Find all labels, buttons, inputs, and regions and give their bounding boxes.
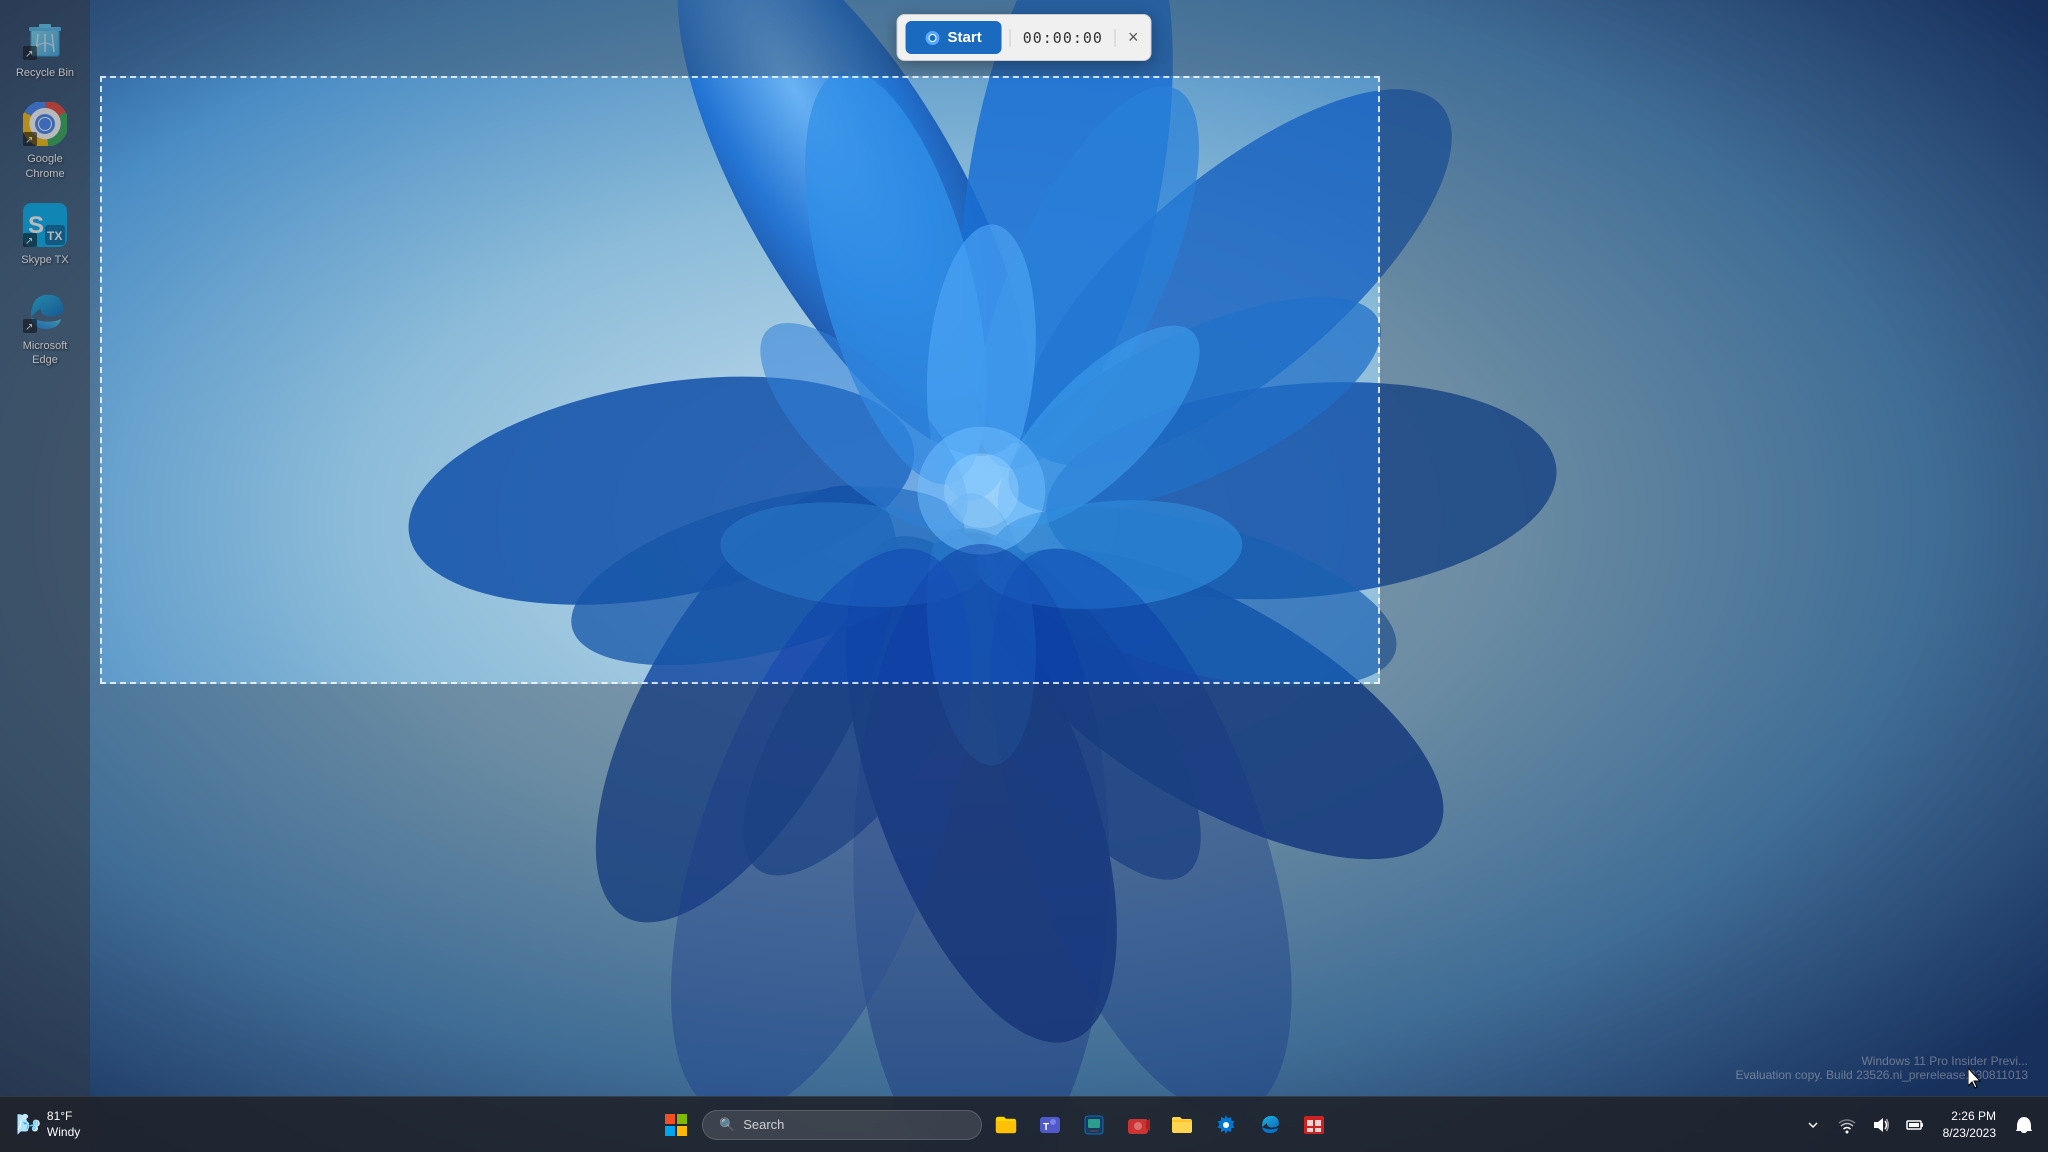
recycle-bin-icon-item[interactable]: ↗ Recycle Bin — [5, 8, 85, 86]
microsoft-edge-icon-item[interactable]: ↗ Microsoft Edge — [5, 281, 85, 374]
system-clock[interactable]: 2:26 PM 8/23/2023 — [1937, 1104, 2002, 1146]
taskbar-left: 🌬️ 81°F Windy — [0, 1109, 200, 1140]
taskbar-camera[interactable] — [1118, 1105, 1158, 1145]
wallpaper — [0, 0, 2048, 1152]
record-indicator — [926, 31, 940, 45]
taskbar-edge[interactable] — [1250, 1105, 1290, 1145]
system-tray — [1797, 1109, 1931, 1141]
taskbar-explorer[interactable] — [1162, 1105, 1202, 1145]
record-inner — [930, 35, 936, 41]
taskbar: 🌬️ 81°F Windy 🔍 Search — [0, 1096, 2048, 1152]
wifi-icon[interactable] — [1831, 1109, 1863, 1141]
microsoft-edge-label: Microsoft Edge — [11, 339, 79, 368]
weather-condition: Windy — [47, 1125, 80, 1141]
skype-tx-icon: S TX ↗ — [21, 201, 69, 249]
svg-text:T: T — [1043, 1122, 1049, 1133]
volume-icon[interactable] — [1865, 1109, 1897, 1141]
taskbar-overflow[interactable] — [1294, 1105, 1334, 1145]
close-capture-button[interactable]: × — [1124, 27, 1143, 48]
chevron-tray-icon[interactable] — [1797, 1109, 1829, 1141]
skype-tx-icon-item[interactable]: S TX ↗ Skype TX — [5, 195, 85, 273]
svg-text:↗: ↗ — [25, 322, 33, 333]
clock-date: 8/23/2023 — [1943, 1125, 1996, 1142]
recycle-bin-icon: ↗ — [21, 14, 69, 62]
battery-icon[interactable] — [1899, 1109, 1931, 1141]
taskbar-center: 🔍 Search T — [200, 1103, 1788, 1147]
microsoft-edge-icon: ↗ — [21, 287, 69, 335]
svg-text:↗: ↗ — [25, 236, 33, 247]
notification-button[interactable] — [2008, 1109, 2040, 1141]
search-placeholder: Search — [743, 1117, 784, 1132]
desktop — [0, 0, 2048, 1152]
start-label: Start — [948, 29, 982, 46]
svg-text:TX: TX — [47, 229, 62, 243]
timer-display: 00:00:00 — [1010, 29, 1116, 47]
weather-icon: 🌬️ — [16, 1112, 41, 1137]
skype-tx-label: Skype TX — [21, 253, 69, 267]
clock-time: 2:26 PM — [1951, 1108, 1996, 1125]
recycle-bin-label: Recycle Bin — [16, 66, 74, 80]
google-chrome-label: Google Chrome — [11, 152, 79, 181]
search-bar[interactable]: 🔍 Search — [702, 1110, 982, 1140]
weather-temp: 81°F — [47, 1109, 80, 1125]
svg-text:↗: ↗ — [25, 135, 33, 146]
weather-widget[interactable]: 🌬️ 81°F Windy — [16, 1109, 80, 1140]
taskbar-right: 2:26 PM 8/23/2023 — [1788, 1104, 2048, 1146]
start-capture-button[interactable]: Start — [906, 21, 1002, 54]
taskbar-teams[interactable]: T — [1030, 1105, 1070, 1145]
start-menu-button[interactable] — [654, 1103, 698, 1147]
taskbar-file-manager[interactable] — [986, 1105, 1026, 1145]
taskbar-virtualbox[interactable] — [1074, 1105, 1114, 1145]
capture-toolbar: Start 00:00:00 × — [897, 14, 1152, 61]
google-chrome-icon: ↗ — [21, 100, 69, 148]
google-chrome-icon-item[interactable]: ↗ Google Chrome — [5, 94, 85, 187]
desktop-icons-panel: ↗ Recycle Bin ↗ Googl — [0, 0, 90, 1152]
weather-info: 81°F Windy — [47, 1109, 80, 1140]
taskbar-settings[interactable] — [1206, 1105, 1246, 1145]
search-icon: 🔍 — [719, 1117, 735, 1133]
svg-text:↗: ↗ — [25, 49, 33, 60]
